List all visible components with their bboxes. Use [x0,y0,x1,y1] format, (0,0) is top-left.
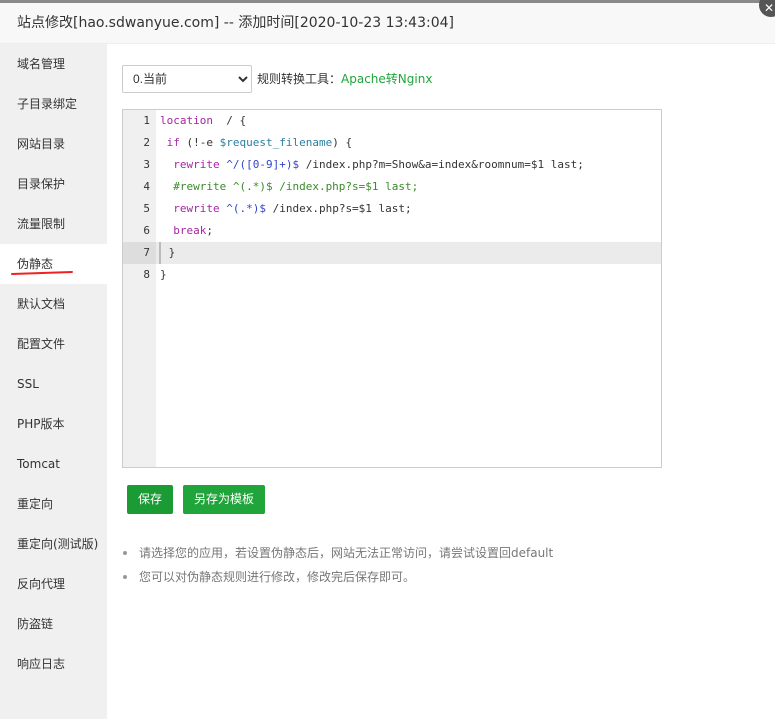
code-text: rewrite ^(.*)$ /index.php?s=$1 last; [160,198,412,220]
sidebar-item[interactable]: 网站目录 [0,124,107,164]
code-editor[interactable]: 1 location / {2 if (!-e $request_filename… [122,109,662,468]
sidebar-item[interactable]: 配置文件 [0,324,107,364]
sidebar-item[interactable]: 防盗链 [0,604,107,644]
sidebar-item[interactable]: 响应日志 [0,644,107,684]
code-text: } [160,264,167,286]
sidebar-item[interactable]: 域名管理 [0,44,107,84]
apache-to-nginx-link[interactable]: Apache转Nginx [341,72,432,86]
sidebar-item[interactable]: 流量限制 [0,204,107,244]
code-token: rewrite [160,158,220,171]
sidebar-item-label: 防盗链 [17,617,54,631]
code-token: ) { [332,136,353,149]
sidebar-item-label: 重定向(测试版) [17,537,99,551]
code-token: location [160,114,213,127]
code-token: if [160,136,180,149]
sidebar-item[interactable]: 默认文档 [0,284,107,324]
line-number: 1 [143,114,150,127]
code-line: 5 rewrite ^(.*)$ /index.php?s=$1 last; [123,198,661,220]
code-token: #rewrite ^(.*)$ /index.php?s=$1 last; [160,180,419,193]
sidebar-item-label: 流量限制 [17,217,66,231]
sidebar-item-label: 响应日志 [17,657,66,671]
sidebar-item[interactable]: SSL [0,364,107,404]
code-token: ; [206,224,213,237]
save-button[interactable]: 保存 [127,485,173,514]
dialog-title: 站点修改[hao.sdwanyue.com] -- 添加时间[2020-10-2… [17,15,454,31]
sidebar-item[interactable]: Tomcat [0,444,107,484]
sidebar-item-label: 域名管理 [17,57,66,71]
sidebar-item-label: Tomcat [17,457,60,471]
sidebar-item-label: 伪静态 [17,257,54,271]
code-token: ^/([0-9]+)$ [219,158,300,171]
line-number: 3 [143,158,150,171]
code-token: $request_filename [219,136,333,149]
code-token: (!-e [179,136,220,149]
code-line: 7 } [123,242,661,264]
sidebar-item[interactable]: 重定向(测试版) [0,524,107,564]
sidebar-item-label: 配置文件 [17,337,66,351]
code-token: / { [212,114,247,127]
code-token: break [160,224,207,237]
active-underline [10,270,74,276]
dialog-titlebar: 站点修改[hao.sdwanyue.com] -- 添加时间[2020-10-2… [0,0,775,44]
sidebar-item-label: SSL [17,377,39,391]
code-text: } [159,242,175,264]
sidebar-item[interactable]: 反向代理 [0,564,107,604]
code-line: 2 if (!-e $request_filename) { [123,132,661,154]
line-number: 4 [143,180,150,193]
sidebar-item[interactable]: PHP版本 [0,404,107,444]
code-line: 8} [123,264,661,286]
code-line: 1 location / { [123,110,661,132]
line-number: 2 [143,136,150,149]
code-token: /index.php?m=Show&a=index&roomnum=$1 las… [299,158,584,171]
sidebar-item[interactable]: 重定向 [0,484,107,524]
tool-label: 规则转换工具： [257,72,342,86]
code-token: } [160,268,167,281]
code-line: 6 break; [123,220,661,242]
tip-item: 请选择您的应用，若设置伪静态后，网站无法正常访问，请尝试设置回default [123,541,553,565]
sidebar-item-label: 目录保护 [17,177,66,191]
sidebar-item-label: 网站目录 [17,137,66,151]
code-line: 3 rewrite ^/([0-9]+)$ /index.php?m=Show&… [123,154,661,176]
sidebar-item-label: PHP版本 [17,417,65,431]
code-text: rewrite ^/([0-9]+)$ /index.php?m=Show&a=… [160,154,584,176]
sidebar-item[interactable]: 伪静态 [0,244,107,284]
code-text: break; [160,220,213,242]
save-as-template-button[interactable]: 另存为模板 [183,485,265,514]
template-select[interactable]: 0.当前 [122,65,252,93]
code-token: } [162,246,176,259]
code-text: #rewrite ^(.*)$ /index.php?s=$1 last; [160,176,418,198]
sidebar-item[interactable]: 目录保护 [0,164,107,204]
sidebar: 域名管理子目录绑定网站目录目录保护流量限制伪静态默认文档配置文件 SSL PHP版本… [0,44,107,719]
code-token: /index.php?s=$1 last; [265,202,412,215]
tip-item: 您可以对伪静态规则进行修改，修改完后保存即可。 [123,565,553,589]
sidebar-item[interactable]: 子目录绑定 [0,84,107,124]
rule-convert-tool: 规则转换工具：Apache转Nginx [257,65,432,93]
code-token: ^(.*)$ [219,202,266,215]
main-panel: 0.当前 规则转换工具：Apache转Nginx 1 location / {2 … [107,44,775,719]
line-number: 8 [143,268,150,281]
sidebar-item-label: 默认文档 [17,297,66,311]
sidebar-item-label: 重定向 [17,497,54,511]
tips-list: 请选择您的应用，若设置伪静态后，网站无法正常访问，请尝试设置回default 您… [123,541,553,589]
code-text: location / { [160,110,246,132]
line-number: 6 [143,224,150,237]
code-token: rewrite [160,202,220,215]
close-icon[interactable]: ✕ [759,0,775,17]
sidebar-item-label: 子目录绑定 [17,97,78,111]
sidebar-item-label: 反向代理 [17,577,66,591]
code-line: 4 #rewrite ^(.*)$ /index.php?s=$1 last; [123,176,661,198]
line-number: 7 [123,242,156,264]
line-number: 5 [143,202,150,215]
code-text: if (!-e $request_filename) { [160,132,352,154]
